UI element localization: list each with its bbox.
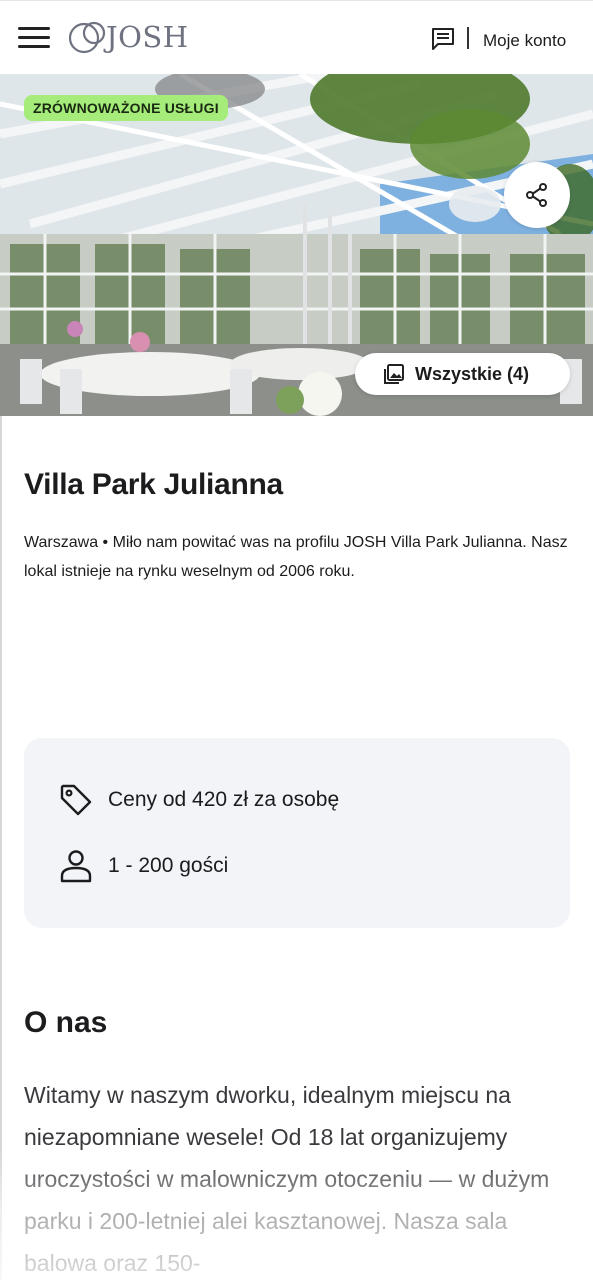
hero-image[interactable]: ZRÓWNOWAŻONE USŁUGI Wszystkie (4) xyxy=(0,74,593,416)
gallery-all-label: Wszystkie (4) xyxy=(415,363,530,384)
info-card: Ceny od 420 zł za osobę 1 - 200 gości xyxy=(24,738,570,928)
image-gallery-icon xyxy=(384,364,404,384)
venue-title: Villa Park Julianna xyxy=(24,468,283,501)
logo-text: JOSH xyxy=(106,20,189,54)
gallery-all-button[interactable]: Wszystkie (4) xyxy=(355,353,570,395)
about-heading: O nas xyxy=(24,1006,108,1039)
header-divider xyxy=(467,27,469,49)
person-icon xyxy=(60,850,92,883)
top-header: JOSH Moje konto xyxy=(0,0,593,74)
sustainable-badge: ZRÓWNOWAŻONE USŁUGI xyxy=(24,95,228,121)
messages-icon[interactable] xyxy=(430,27,456,51)
logo-rings-icon xyxy=(68,21,106,54)
price-text: Ceny od 420 zł za osobę xyxy=(108,788,340,811)
price-row: Ceny od 420 zł za osobę xyxy=(58,782,339,818)
menu-icon[interactable] xyxy=(18,27,50,49)
guests-row: 1 - 200 gości xyxy=(58,848,228,884)
share-icon xyxy=(526,183,547,207)
venue-description: Warszawa • Miło nam powitać was na profi… xyxy=(24,534,568,580)
guests-text: 1 - 200 gości xyxy=(108,854,229,877)
my-account-link[interactable]: Moje konto xyxy=(483,31,566,51)
text-fade-overlay xyxy=(0,1150,593,1280)
logo[interactable]: JOSH xyxy=(68,18,189,56)
price-tag-icon xyxy=(60,784,92,816)
share-button[interactable] xyxy=(504,162,570,228)
